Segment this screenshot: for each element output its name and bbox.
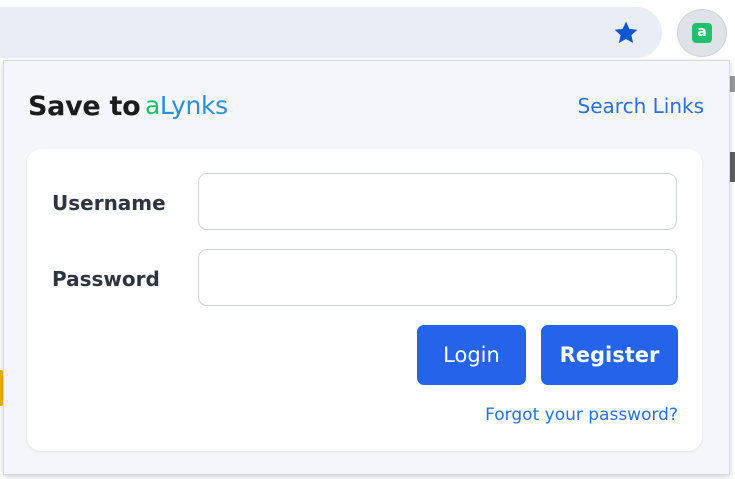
alynks-logo-icon: a	[692, 23, 712, 43]
username-input[interactable]	[198, 173, 677, 230]
login-card: Username Password Login Register Forgot …	[27, 149, 702, 451]
brand-logo: aLynks	[145, 91, 228, 120]
extension-button[interactable]: a	[677, 9, 727, 57]
login-button[interactable]: Login	[417, 325, 526, 385]
brand-logo-name: Lynks	[159, 91, 228, 120]
search-links-link[interactable]: Search Links	[578, 94, 704, 118]
address-bar[interactable]	[0, 7, 662, 58]
star-icon[interactable]	[612, 19, 640, 47]
forgot-password-link[interactable]: Forgot your password?	[485, 405, 678, 425]
username-label: Username	[52, 191, 166, 215]
brand-logo-prefix: a	[145, 91, 160, 120]
register-button[interactable]: Register	[541, 325, 678, 385]
password-label: Password	[52, 267, 160, 291]
screen: a Save to aLynks Search Links Username P…	[0, 0, 735, 479]
popup-title: Save to	[28, 91, 141, 122]
background-page-fragment	[730, 76, 735, 92]
extension-popup: Save to aLynks Search Links Username Pas…	[3, 60, 730, 475]
password-input[interactable]	[198, 249, 677, 306]
